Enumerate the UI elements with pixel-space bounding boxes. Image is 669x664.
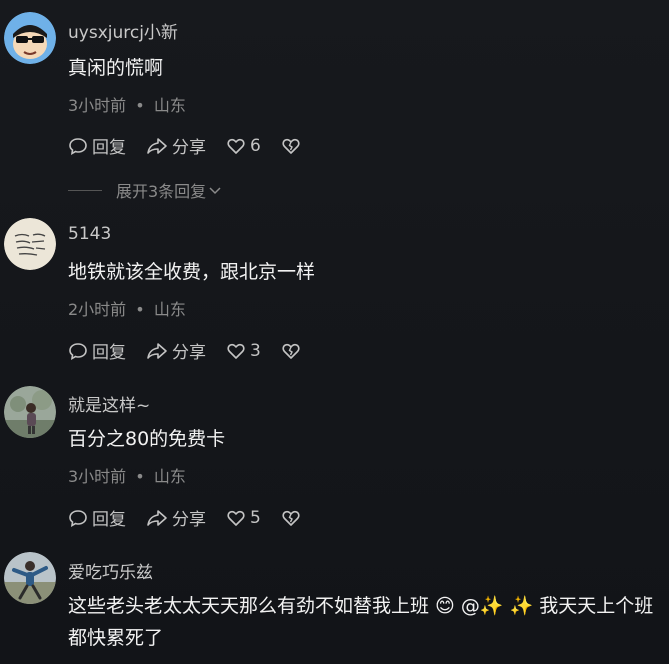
share-icon — [147, 137, 167, 154]
like-button[interactable]: 5 — [226, 508, 261, 528]
comment-time: 3小时前 — [68, 467, 127, 486]
avatar[interactable] — [4, 386, 56, 438]
reply-button[interactable]: 回复 — [68, 133, 126, 158]
comment-location: 山东 — [153, 300, 186, 319]
expand-replies-label: 展开3条回复 — [116, 182, 207, 201]
avatar[interactable] — [4, 218, 56, 270]
comment-actions: 回复 分享 3 — [68, 338, 325, 363]
share-button[interactable]: 分享 — [146, 133, 206, 158]
dislike-button[interactable] — [281, 341, 305, 361]
heart-icon — [227, 343, 245, 359]
share-button[interactable]: 分享 — [146, 505, 206, 530]
comment-time: 2小时前 — [68, 300, 127, 319]
reply-label: 回复 — [92, 138, 126, 158]
meta-separator: • — [135, 96, 145, 115]
meta-separator: • — [135, 300, 145, 319]
comment-text: 这些老头老太太天天那么有劲不如替我上班 😊 @✨ ✨ 我天天上个班都快累死了 — [68, 595, 654, 649]
broken-heart-icon — [282, 343, 300, 359]
username[interactable]: uysxjurcj小新 — [68, 18, 178, 43]
share-label: 分享 — [172, 138, 206, 158]
dislike-button[interactable] — [281, 508, 305, 528]
username[interactable]: 爱吃巧乐兹 — [68, 558, 153, 583]
comment-text: 真闲的慌啊 — [68, 57, 164, 79]
comment-location: 山东 — [153, 96, 186, 115]
avatar[interactable] — [4, 12, 56, 64]
reply-button[interactable]: 回复 — [68, 338, 126, 363]
username[interactable]: 5143 — [68, 224, 111, 244]
comment-actions: 回复 分享 6 — [68, 133, 325, 158]
dislike-button[interactable] — [281, 136, 305, 156]
expand-divider — [68, 189, 102, 191]
broken-heart-icon — [282, 138, 300, 154]
comment-text: 地铁就该全收费，跟北京一样 — [68, 261, 316, 283]
comment-actions: 回复 分享 5 — [68, 505, 325, 530]
comment-location: 山东 — [153, 467, 186, 486]
heart-icon — [227, 510, 245, 526]
broken-heart-icon — [282, 510, 300, 526]
comment-meta: 3小时前 • 山东 — [68, 463, 186, 487]
reply-label: 回复 — [92, 343, 126, 363]
heart-icon — [227, 138, 245, 154]
share-icon — [147, 509, 167, 526]
like-count: 5 — [250, 507, 261, 528]
reply-button[interactable]: 回复 — [68, 505, 126, 530]
like-count: 6 — [250, 135, 261, 156]
like-button[interactable]: 3 — [226, 341, 261, 361]
meta-separator: • — [135, 467, 145, 486]
comment-text: 百分之80的免费卡 — [68, 428, 226, 450]
like-count: 3 — [250, 340, 261, 361]
username[interactable]: 就是这样~ — [68, 391, 150, 416]
share-label: 分享 — [172, 343, 206, 363]
share-label: 分享 — [172, 510, 206, 530]
reply-icon — [69, 137, 87, 155]
share-icon — [147, 342, 167, 359]
reply-label: 回复 — [92, 510, 126, 530]
expand-replies-button[interactable]: 展开3条回复 — [68, 178, 222, 202]
like-button[interactable]: 6 — [226, 136, 261, 156]
reply-icon — [69, 509, 87, 527]
avatar[interactable] — [4, 552, 56, 604]
comment-meta: 2小时前 • 山东 — [68, 296, 186, 320]
chevron-down-icon — [209, 187, 221, 195]
comment-time: 3小时前 — [68, 96, 127, 115]
share-button[interactable]: 分享 — [146, 338, 206, 363]
reply-icon — [69, 342, 87, 360]
comment-meta: 3小时前 • 山东 — [68, 92, 186, 116]
